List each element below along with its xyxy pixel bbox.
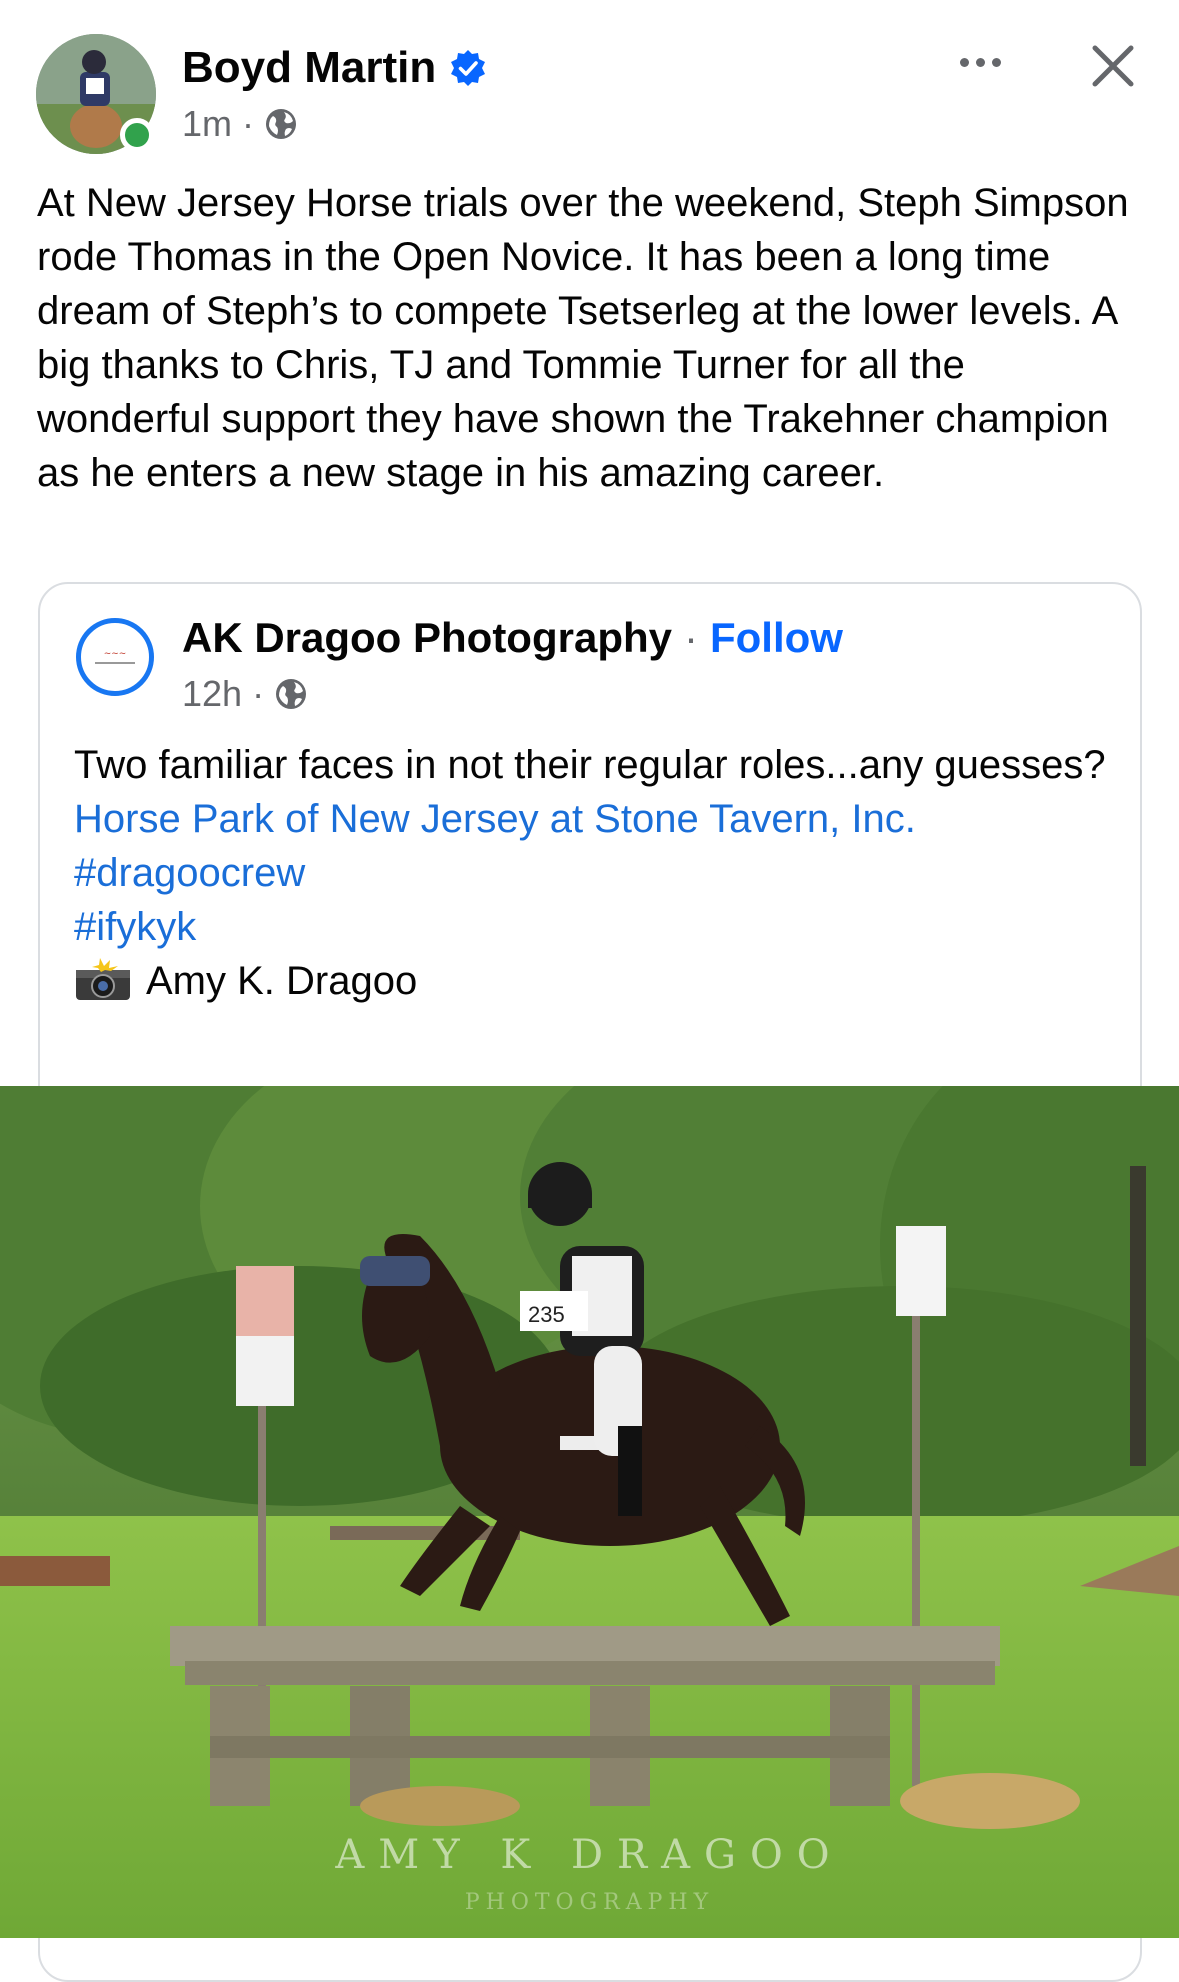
shared-header: AK Dragoo Photography · Follow	[182, 612, 843, 664]
post-time[interactable]: 1m	[182, 103, 232, 145]
photo-credit: Amy K. Dragoo	[74, 954, 1114, 1008]
photo-watermark-sub: PHOTOGRAPHY	[464, 1890, 715, 1915]
globe-icon	[276, 679, 307, 709]
logo-line	[95, 662, 135, 664]
hashtag-link[interactable]: #dragoocrew	[74, 846, 1114, 900]
shared-time[interactable]: 12h	[182, 673, 242, 715]
globe-icon	[266, 109, 297, 139]
more-dot-icon	[991, 57, 1001, 67]
meta-separator: ·	[242, 103, 255, 144]
follow-button[interactable]: Follow	[710, 614, 843, 662]
more-options-button[interactable]	[950, 40, 1010, 84]
close-icon[interactable]	[1085, 38, 1141, 94]
shared-author-name[interactable]: AK Dragoo Photography	[182, 614, 672, 662]
logo-script-icon: ~~~	[103, 649, 127, 659]
post-meta: 1m ·	[182, 102, 298, 146]
more-dot-icon	[975, 57, 985, 67]
shared-text-line: Two familiar faces in not their regular …	[74, 743, 1106, 787]
camera-flash-icon	[76, 958, 130, 1000]
post-photo[interactable]: 235	[0, 1086, 1179, 1938]
author-name[interactable]: Boyd Martin	[182, 42, 436, 94]
page-avatar[interactable]: ~~~	[76, 618, 154, 696]
post-text: At New Jersey Horse trials over the week…	[37, 181, 1129, 495]
meta-separator: ·	[252, 673, 265, 714]
follow-separator: ·	[684, 614, 698, 661]
page-logo: ~~~	[86, 628, 144, 686]
hashtag-link[interactable]: #ifykyk	[74, 900, 1114, 954]
more-dot-icon	[959, 57, 969, 67]
photo-watermark: AMY K DRAGOO	[335, 1832, 844, 1878]
bib-number: 235	[528, 1302, 565, 1327]
location-link[interactable]: Horse Park of New Jersey at Stone Tavern…	[74, 792, 1114, 846]
credit-name: Amy K. Dragoo	[146, 959, 418, 1003]
shared-meta: 12h ·	[182, 672, 308, 716]
online-status-dot	[120, 118, 154, 152]
shared-post-text: Two familiar faces in not their regular …	[74, 738, 1114, 1008]
verified-badge-icon	[451, 50, 485, 86]
